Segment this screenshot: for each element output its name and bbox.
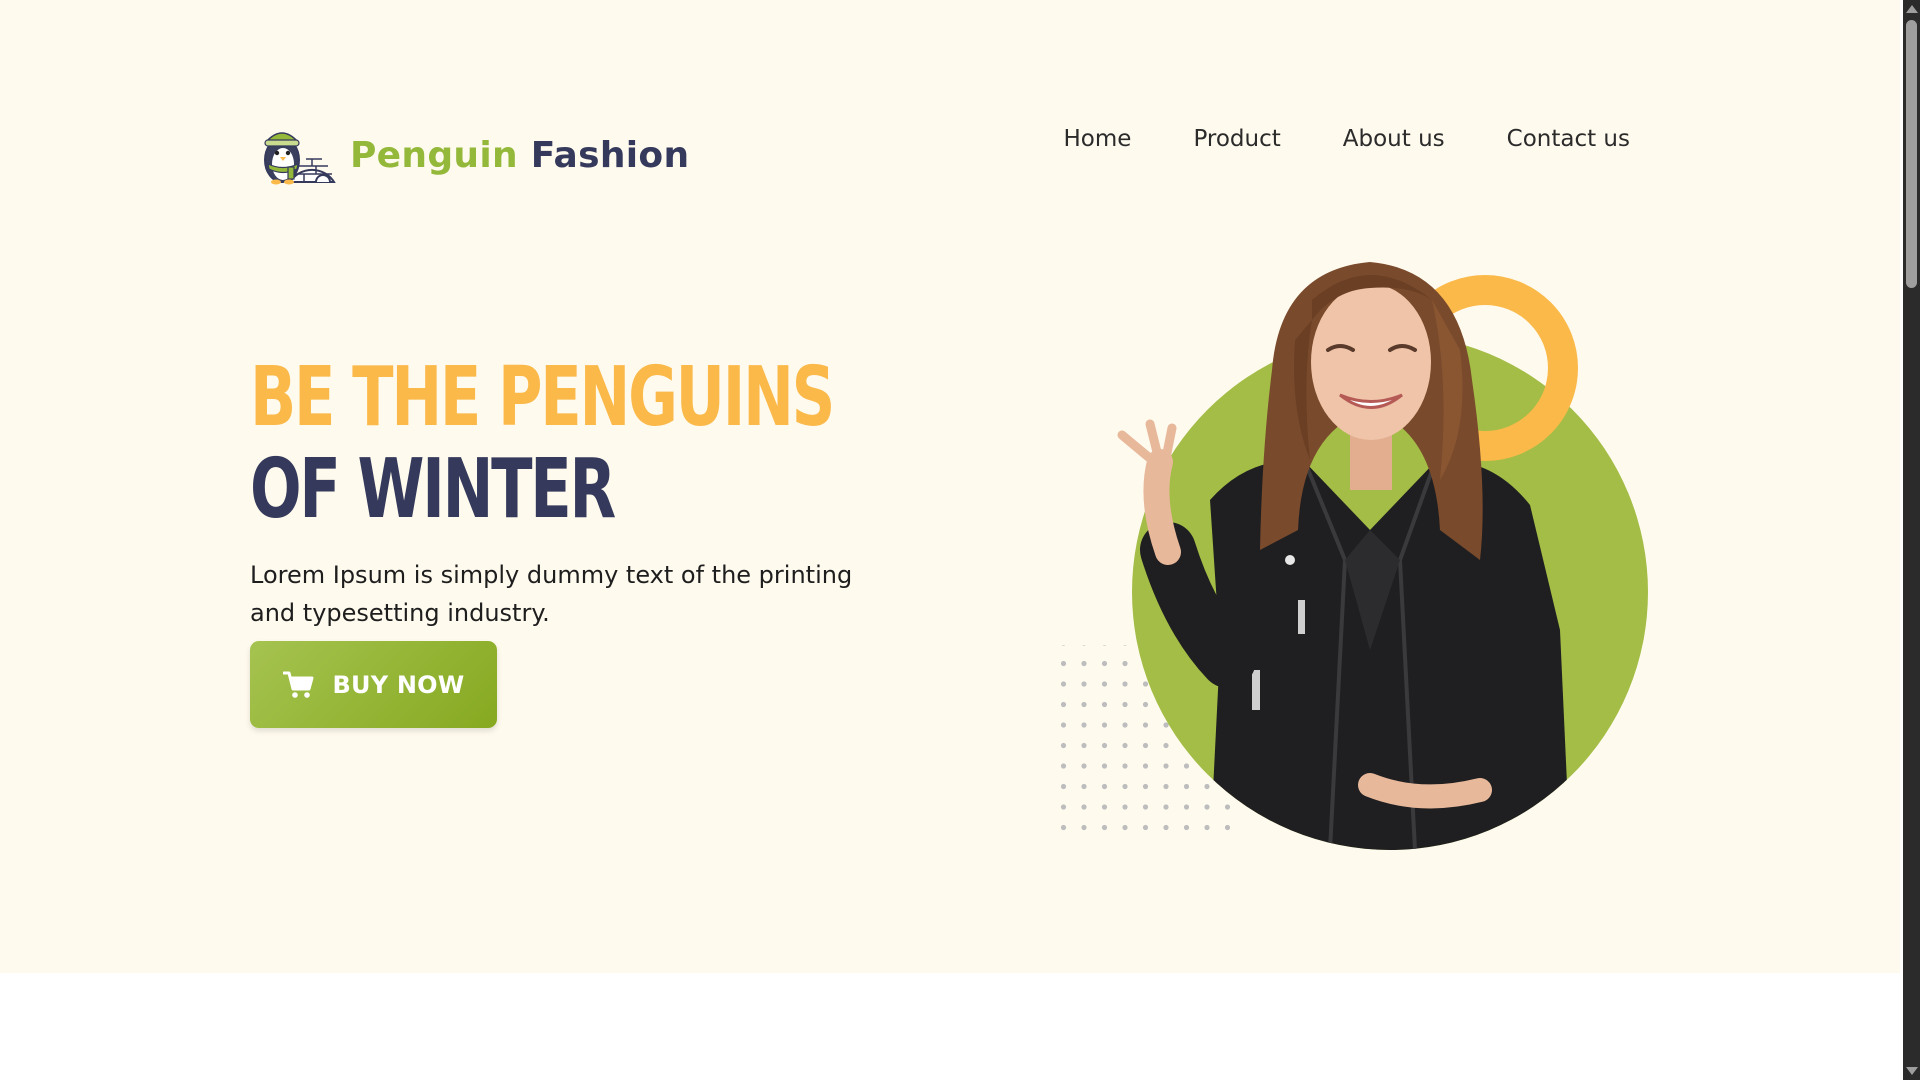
scroll-down-arrow-icon[interactable] bbox=[1906, 1067, 1918, 1075]
hero-section: Penguin Fashion Home Product About us Co… bbox=[0, 0, 1900, 973]
hero-illustration-svg bbox=[1048, 262, 1648, 850]
hero-subtitle: Lorem Ipsum is simply dummy text of the … bbox=[250, 561, 853, 627]
nav-product[interactable]: Product bbox=[1193, 126, 1280, 152]
logo-link[interactable]: Penguin Fashion bbox=[250, 124, 689, 186]
scrollbar-thumb[interactable] bbox=[1906, 20, 1917, 288]
nav-contact-us[interactable]: Contact us bbox=[1507, 126, 1630, 152]
headline-line-1: BE THE PENGUINS bbox=[250, 350, 835, 445]
brand-part1: Penguin bbox=[350, 134, 518, 176]
penguin-igloo-icon bbox=[264, 132, 336, 185]
scroll-up-arrow-icon[interactable] bbox=[1906, 5, 1918, 13]
buy-now-button[interactable]: BUY NOW bbox=[250, 641, 497, 728]
main-nav: Home Product About us Contact us bbox=[1064, 126, 1630, 152]
hero-headline: BE THE PENGUINS OF WINTER bbox=[250, 350, 835, 537]
page-scrollbar[interactable] bbox=[1903, 0, 1920, 1080]
cart-icon bbox=[282, 671, 314, 698]
buy-now-label: BUY NOW bbox=[332, 670, 465, 699]
nav-about-us[interactable]: About us bbox=[1343, 126, 1445, 152]
brand-name: Penguin Fashion bbox=[350, 135, 689, 176]
hero-illustration bbox=[1040, 230, 1680, 870]
brand-part2: Fashion bbox=[530, 134, 690, 176]
nav-home[interactable]: Home bbox=[1064, 126, 1132, 152]
headline-line-2: OF WINTER bbox=[250, 442, 616, 537]
